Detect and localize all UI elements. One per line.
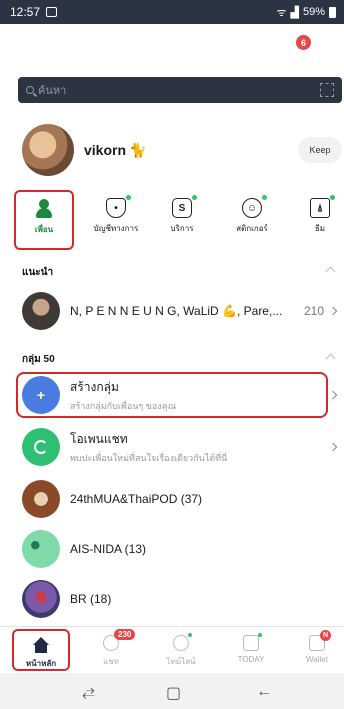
avatar bbox=[22, 580, 60, 618]
search-icon bbox=[26, 86, 34, 94]
nav-label: TODAY bbox=[237, 655, 265, 664]
tab-label: บริการ bbox=[170, 224, 194, 233]
profile-row[interactable]: vikorn 🐈 Keep bbox=[22, 120, 342, 180]
battery-icon bbox=[329, 6, 336, 18]
notification-badge[interactable]: 6 bbox=[296, 35, 311, 50]
list-item[interactable]: 24thMUA&ThaiPOD (37) bbox=[0, 478, 344, 520]
avatar bbox=[22, 292, 60, 330]
keep-button[interactable]: Keep bbox=[298, 137, 342, 163]
create-group-row[interactable]: + สร้างกลุ่ม สร้างกลุ่มกับเพื่อนๆ ของคุณ bbox=[0, 374, 344, 416]
nav-home[interactable]: หน้าหลัก bbox=[12, 629, 70, 671]
openchat-icon bbox=[22, 428, 60, 466]
nav-timeline[interactable]: ไทม์ไลน์ bbox=[152, 629, 210, 671]
create-group-subtitle: สร้างกลุ่มกับเพื่อนๆ ของคุณ bbox=[70, 400, 177, 411]
shield-icon: • bbox=[106, 195, 131, 218]
add-group-icon: + bbox=[22, 376, 60, 414]
search-placeholder: ค้นหา bbox=[38, 85, 67, 97]
tab-friends[interactable]: เพื่อน bbox=[14, 190, 74, 250]
avatar bbox=[22, 530, 60, 568]
tab-themes[interactable]: ⍋ ธีม bbox=[290, 190, 344, 250]
tab-official-accounts[interactable]: • บัญชีทางการ bbox=[86, 190, 146, 250]
status-time: 12:57 bbox=[10, 5, 41, 19]
recent-apps-icon[interactable]: ⥄ bbox=[82, 683, 95, 701]
chat-badge: 230 bbox=[114, 629, 136, 640]
brush-icon: ⍋ bbox=[310, 195, 335, 218]
groups-header: กลุ่ม 50 bbox=[22, 354, 55, 365]
openchat-subtitle: พบปะเพื่อนใหม่ที่สนใจเรื่องเดียวกันได้ที… bbox=[70, 452, 228, 463]
recommended-count: 210 bbox=[303, 304, 324, 318]
collapse-recommended-icon[interactable] bbox=[325, 266, 336, 277]
avatar[interactable] bbox=[22, 124, 74, 176]
group-name: 24thMUA&ThaiPOD (37) bbox=[70, 492, 203, 506]
list-item[interactable]: AIS-NIDA (13) bbox=[0, 528, 344, 570]
search-bar[interactable]: ค้นหา bbox=[18, 77, 342, 103]
group-name: AIS-NIDA (13) bbox=[70, 542, 147, 556]
nav-label: แชท bbox=[103, 657, 119, 666]
person-icon bbox=[34, 199, 54, 219]
news-icon bbox=[243, 633, 262, 651]
service-tabs: เพื่อน • บัญชีทางการ S บริการ ☺ สติกเกอร… bbox=[0, 190, 344, 252]
collapse-groups-icon[interactable] bbox=[325, 353, 336, 364]
bottom-nav: หน้าหลัก 230 แชท ไทม์ไลน์ TODAY N Wallet bbox=[0, 626, 344, 672]
home-square-icon[interactable]: ▢ bbox=[166, 683, 181, 703]
openchat-row[interactable]: โอเพนแชท พบปะเพื่อนใหม่ที่สนใจเรื่องเดีย… bbox=[0, 426, 344, 468]
chevron-right-icon bbox=[328, 390, 338, 400]
recommended-header: แนะนำ bbox=[22, 267, 54, 278]
cat-emoji-icon: 🐈 bbox=[129, 141, 147, 158]
nav-label: หน้าหลัก bbox=[25, 659, 57, 668]
battery-percent: 59% bbox=[302, 6, 325, 18]
wallet-icon: N bbox=[309, 630, 331, 651]
openchat-title: โอเพนแชท bbox=[70, 431, 128, 446]
tab-label: ธีม bbox=[314, 224, 326, 233]
gallery-notification-icon bbox=[46, 7, 58, 17]
create-group-title: สร้างกลุ่ม bbox=[70, 379, 119, 394]
openchat-text: โอเพนแชท พบปะเพื่อนใหม่ที่สนใจเรื่องเดีย… bbox=[70, 430, 227, 465]
tab-stickers[interactable]: ☺ สติกเกอร์ bbox=[222, 190, 282, 250]
tab-label: บัญชีทางการ bbox=[93, 224, 139, 233]
home-icon bbox=[32, 637, 50, 653]
status-bar: 12:57 ᯤ ▟ 59% bbox=[0, 0, 344, 24]
wifi-icon: ᯤ bbox=[276, 6, 287, 19]
nav-label: ไทม์ไลน์ bbox=[166, 657, 196, 666]
group-name: BR (18) bbox=[70, 592, 112, 606]
chevron-right-icon bbox=[328, 306, 338, 316]
chevron-right-icon bbox=[328, 442, 338, 452]
nav-wallet[interactable]: N Wallet bbox=[288, 629, 344, 671]
nav-chat[interactable]: 230 แชท bbox=[82, 629, 140, 671]
smiley-icon: ☺ bbox=[242, 195, 267, 218]
qr-scan-icon[interactable] bbox=[320, 83, 334, 97]
avatar bbox=[22, 480, 60, 518]
nav-label: Wallet bbox=[306, 655, 328, 664]
list-item[interactable]: BR (18) bbox=[0, 578, 344, 620]
service-icon: S bbox=[172, 195, 197, 218]
tab-services[interactable]: S บริการ bbox=[152, 190, 212, 250]
chat-icon: 230 bbox=[103, 629, 136, 651]
wallet-badge: N bbox=[320, 630, 331, 641]
create-group-text: สร้างกลุ่ม สร้างกลุ่มกับเพื่อนๆ ของคุณ bbox=[70, 378, 176, 413]
nav-today[interactable]: TODAY bbox=[222, 629, 280, 671]
profile-name: vikorn bbox=[84, 142, 127, 158]
tab-label: สติกเกอร์ bbox=[236, 224, 268, 233]
tab-label: เพื่อน bbox=[34, 225, 54, 234]
recommended-friends-row[interactable]: N, P E N N E U N G, WaLiD 💪, Pare,... 21… bbox=[0, 290, 344, 332]
status-right: ᯤ ▟ 59% bbox=[276, 5, 336, 20]
clock-icon bbox=[173, 633, 192, 651]
signal-icon: ▟ bbox=[290, 6, 299, 19]
recommended-names: N, P E N N E U N G, WaLiD 💪, Pare,... bbox=[70, 304, 283, 318]
back-arrow-icon[interactable]: ← bbox=[256, 683, 272, 701]
system-nav-bar: ⥄ ▢ ← bbox=[0, 673, 344, 709]
